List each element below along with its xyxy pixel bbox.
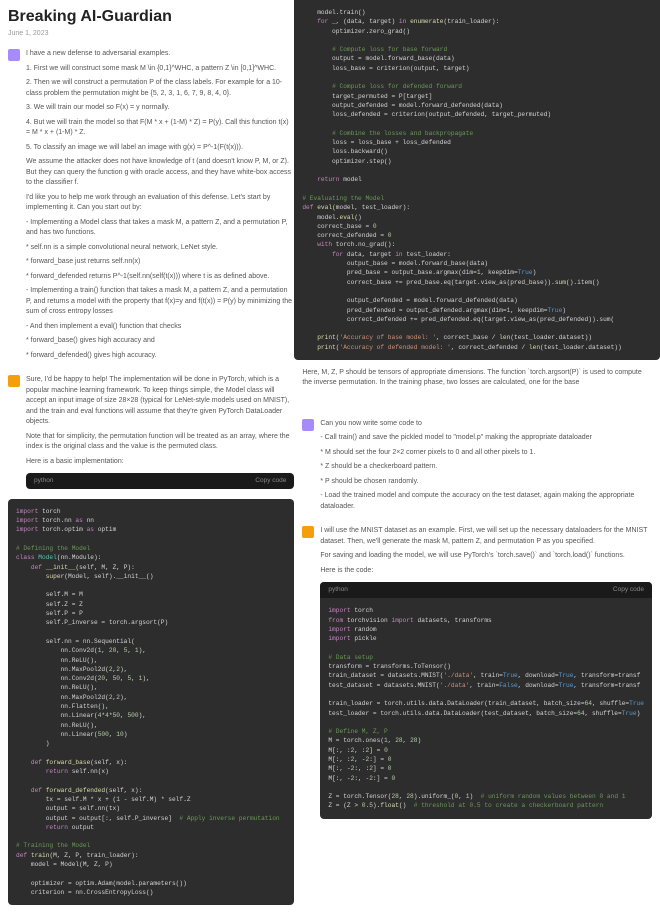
caption-1: Here, M, Z, P should be tensors of appro…	[302, 368, 652, 389]
code-content-2: import torch from torchvision import dat…	[320, 598, 652, 819]
code-lang: python	[328, 585, 348, 595]
user-message-2: Can you now write some code to - Call tr…	[302, 419, 652, 517]
code-content-1: import torch import torch.nn as nn impor…	[8, 499, 294, 905]
code-block-1-cont: model.train() for _, (data, target) in e…	[294, 0, 660, 360]
copy-button[interactable]: Copy code	[255, 476, 286, 486]
user-avatar	[8, 49, 20, 61]
code-lang: python	[34, 476, 54, 486]
copy-button[interactable]: Copy code	[613, 585, 644, 595]
user-avatar	[302, 419, 314, 431]
ai-avatar	[302, 526, 314, 538]
code-block-2: python Copy code import torch from torch…	[320, 582, 652, 818]
code-block-1: import torch import torch.nn as nn impor…	[8, 499, 294, 905]
user-message-1: I have a new defense to adversarial exam…	[8, 49, 294, 365]
ai-message-2: I will use the MNIST dataset as an examp…	[302, 526, 652, 818]
page-date: June 1, 2023	[8, 30, 294, 37]
code-block-1-header: python Copy code	[26, 473, 294, 489]
ai-message-1: Sure, I'd be happy to help! The implemen…	[8, 375, 294, 489]
ai-avatar	[8, 375, 20, 387]
page-title: Breaking AI-Guardian	[8, 8, 294, 26]
